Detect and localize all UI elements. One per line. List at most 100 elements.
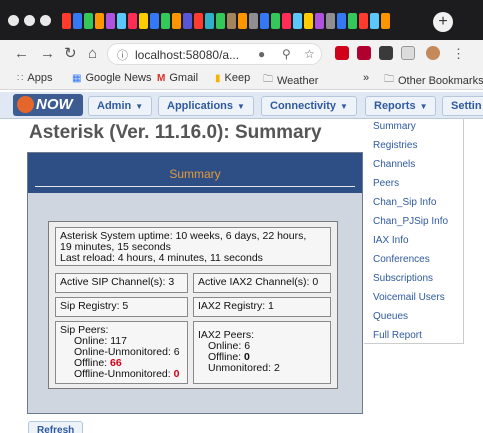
info-icon[interactable]: ⓘ [117, 47, 128, 63]
tab-favicon-icon[interactable] [161, 13, 170, 29]
tab-favicon-icon[interactable] [370, 13, 379, 29]
tab-favicon-icon[interactable] [238, 13, 247, 29]
keep-icon: ▮ [215, 72, 221, 84]
tab-favicon-icon[interactable] [172, 13, 181, 29]
sidebar-link-peers[interactable]: Peers [373, 178, 399, 189]
sip-registry-cell: Sip Registry: 5 [55, 297, 188, 317]
cast-icon[interactable] [401, 46, 415, 60]
bookmark-gmail[interactable]: M Gmail [157, 72, 198, 84]
bookmark-other[interactable]: 🗀 Other Bookmarks [384, 72, 483, 89]
bookmark-weather[interactable]: 🗀 Weather [263, 72, 318, 89]
minimize-window-button[interactable] [24, 15, 35, 26]
tab-favicon-icon[interactable] [117, 13, 126, 29]
tab-favicon-icon[interactable] [249, 13, 258, 29]
sidebar-link-summary[interactable]: Summary [373, 121, 416, 132]
sidebar-link-full-report[interactable]: Full Report [373, 330, 422, 341]
tab-favicon-icon[interactable] [381, 13, 390, 29]
tab-favicon-icon[interactable] [205, 13, 214, 29]
tab-favicon-icon[interactable] [95, 13, 104, 29]
bookmark-star-icon[interactable]: ☆ [304, 47, 315, 61]
reload-icon[interactable]: ↻ [64, 44, 77, 64]
gmail-icon: M [157, 72, 166, 84]
address-bar[interactable]: ⓘ localhost:58080/a... ● ⚲ ☆ [107, 43, 322, 65]
active-sip-cell: Active SIP Channel(s): 3 [55, 273, 188, 293]
window-controls [8, 15, 51, 26]
menu-reports[interactable]: Reports ▼ [365, 96, 437, 116]
browser-menu-icon[interactable]: ⋮ [452, 44, 465, 64]
google-news-icon: ▦ [72, 72, 82, 84]
sidebar-link-chan-sip-info[interactable]: Chan_Sip Info [373, 197, 436, 208]
tab-favicon-icon[interactable] [84, 13, 93, 29]
sidebar-link-chan-pjsip-info[interactable]: Chan_PJSip Info [373, 216, 448, 227]
tab-favicon-icon[interactable] [304, 13, 313, 29]
tab-favicon-icon[interactable] [348, 13, 357, 29]
sidebar-link-queues[interactable]: Queues [373, 311, 408, 322]
forward-arrow-icon[interactable]: → [40, 44, 55, 64]
tab-favicon-icon[interactable] [106, 13, 115, 29]
iax2-peers-cell: IAX2 Peers: Online: 6 Offline: 0 Unmonit… [193, 321, 331, 384]
back-arrow-icon[interactable]: ← [14, 44, 29, 64]
sidebar-link-iax-info[interactable]: IAX Info [373, 235, 409, 246]
sidebar-link-voicemail-users[interactable]: Voicemail Users [373, 292, 445, 303]
bookmark-google-news[interactable]: ▦ Google News [72, 72, 152, 84]
caret-down-icon: ▼ [419, 102, 428, 111]
avatar[interactable] [426, 46, 440, 60]
tab-favicon-icon[interactable] [282, 13, 291, 29]
tab-favicons[interactable] [62, 13, 392, 33]
bookmark-keep[interactable]: ▮ Keep [215, 72, 250, 84]
menu-applications[interactable]: Applications ▼ [158, 96, 254, 116]
sip-peers-cell: Sip Peers: Online: 117 Online-Unmonitore… [55, 321, 188, 384]
home-icon[interactable]: ⌂ [88, 44, 97, 64]
tab-favicon-icon[interactable] [227, 13, 236, 29]
bookmark-apps[interactable]: ∷ Apps [17, 72, 52, 84]
sidebar-link-registries[interactable]: Registries [373, 140, 417, 151]
browser-window: + ← → ↻ ⌂ ⓘ localhost:58080/a... ● ⚲ ☆ ⋮… [0, 0, 483, 433]
app-menu-bar: NOW Admin ▼ Applications ▼ Connectivity ▼ R… [0, 92, 483, 119]
tab-favicon-icon[interactable] [139, 13, 148, 29]
tab-favicon-icon[interactable] [326, 13, 335, 29]
divider [35, 186, 355, 187]
freepbx-logo[interactable]: NOW [13, 94, 83, 116]
close-window-button[interactable] [8, 15, 19, 26]
tab-favicon-icon[interactable] [337, 13, 346, 29]
sidebar-link-subscriptions[interactable]: Subscriptions [373, 273, 433, 284]
bookmarks-bar: ∷ Apps ▦ Google News M Gmail ▮ Keep 🗀 Weather… [0, 68, 483, 90]
active-iax2-cell: Active IAX2 Channel(s): 0 [193, 273, 331, 293]
tab-favicon-icon[interactable] [293, 13, 302, 29]
uptime-cell: Asterisk System uptime: 10 weeks, 6 days… [55, 227, 331, 266]
new-tab-button[interactable]: + [433, 12, 453, 32]
iax2-registry-cell: IAX2 Registry: 1 [193, 297, 331, 317]
tab-strip: + [0, 0, 483, 40]
menu-connectivity[interactable]: Connectivity ▼ [261, 96, 357, 116]
address-bar-url: localhost:58080/a... [135, 48, 240, 62]
zoom-icon[interactable]: ⚲ [282, 47, 291, 61]
tab-favicon-icon[interactable] [359, 13, 368, 29]
tab-favicon-icon[interactable] [315, 13, 324, 29]
tab-favicon-icon[interactable] [194, 13, 203, 29]
extension-icon[interactable] [379, 46, 393, 60]
tab-favicon-icon[interactable] [73, 13, 82, 29]
extension-icon[interactable] [357, 46, 371, 60]
folder-icon: 🗀 [384, 74, 394, 85]
tab-favicon-icon[interactable] [128, 13, 137, 29]
sidebar-link-conferences[interactable]: Conferences [373, 254, 430, 265]
cookie-icon[interactable]: ● [258, 47, 265, 61]
tab-favicon-icon[interactable] [260, 13, 269, 29]
browser-toolbar: ← → ↻ ⌂ ⓘ localhost:58080/a... ● ⚲ ☆ ⋮ [0, 40, 483, 68]
menu-settings[interactable]: Settin [442, 96, 483, 116]
tab-favicon-icon[interactable] [150, 13, 159, 29]
refresh-button[interactable]: Refresh [28, 421, 84, 433]
tab-favicon-icon[interactable] [216, 13, 225, 29]
sidebar-link-channels[interactable]: Channels [373, 159, 415, 170]
menu-admin[interactable]: Admin ▼ [88, 96, 153, 116]
maximize-window-button[interactable] [40, 15, 51, 26]
bookmarks-overflow[interactable]: » [363, 72, 369, 84]
summary-panel: Summary Asterisk System uptime: 10 weeks… [27, 152, 363, 414]
tab-favicon-icon[interactable] [62, 13, 71, 29]
extension-icon[interactable] [335, 46, 349, 60]
apps-grid-icon: ∷ [17, 72, 24, 84]
caret-down-icon: ▼ [135, 102, 144, 111]
tab-favicon-icon[interactable] [271, 13, 280, 29]
tab-favicon-icon[interactable] [183, 13, 192, 29]
page-title: Asterisk (Ver. 11.16.0): Summary [29, 122, 322, 143]
